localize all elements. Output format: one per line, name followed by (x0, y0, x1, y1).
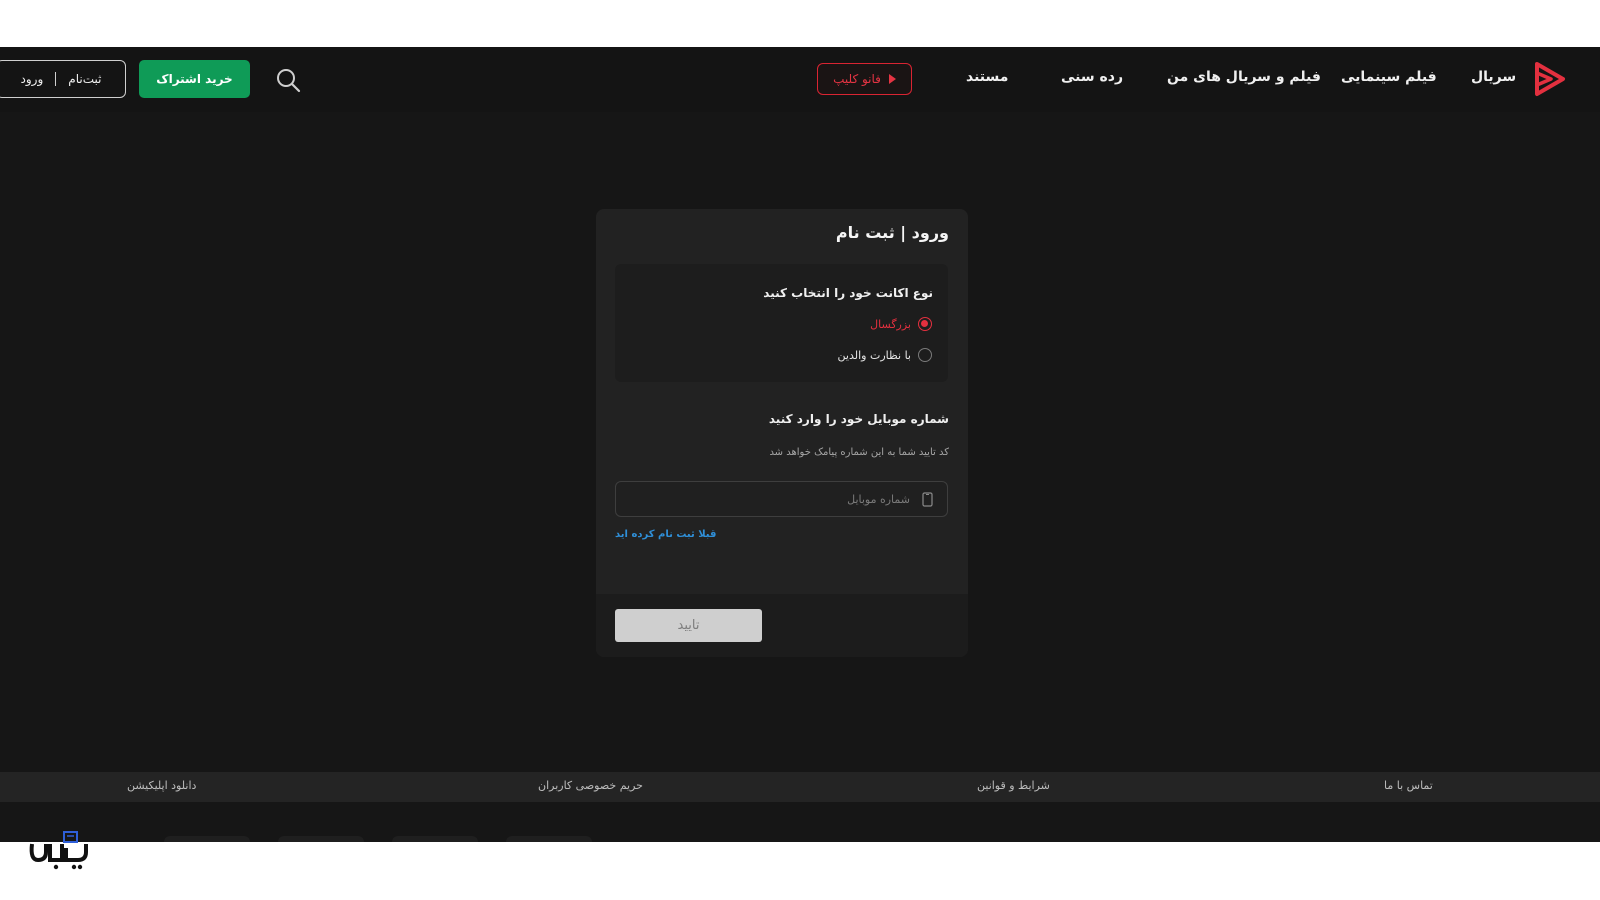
mobile-hint: کد تایید شما به این شماره پیامک خواهد شد (769, 447, 949, 458)
radio-adult[interactable]: بزرگسال (870, 317, 932, 331)
mobile-field[interactable] (615, 481, 948, 517)
footer-terms-link[interactable]: شرایط و قوانین (977, 779, 1050, 792)
app-window: سریال فیلم سینمایی فیلم و سریال های من ر… (0, 47, 1600, 842)
watermark-logo (29, 831, 88, 870)
nav-documentary[interactable]: مستند (966, 69, 1008, 85)
top-navbar: سریال فیلم سینمایی فیلم و سریال های من ر… (0, 47, 1600, 112)
search-icon[interactable] (275, 67, 301, 93)
app-store-badge[interactable] (392, 836, 478, 842)
confirm-button[interactable]: تایید (615, 609, 762, 642)
app-store-badge[interactable] (164, 836, 250, 842)
login-card: ورود | ثبت نام نوع اکانت خود را انتخاب ک… (596, 209, 968, 657)
mobile-label: شماره موبایل خود را وارد کنید (768, 412, 949, 426)
card-footer: تایید (596, 594, 968, 657)
clip-button[interactable]: فانو کلیپ (817, 63, 912, 95)
login-link[interactable]: ورود (21, 72, 44, 86)
radio-parental[interactable]: با نظارت والدین (838, 348, 932, 362)
footer-links-bar: تماس با ما شرایط و قوانین حریم خصوصی کار… (0, 772, 1600, 802)
nav-series[interactable]: سریال (1471, 69, 1516, 85)
mobile-input[interactable] (658, 491, 912, 507)
already-registered-link[interactable]: قبلا ثبت نام کرده اید (615, 529, 716, 540)
radio-parental-label: با نظارت والدین (837, 348, 911, 362)
radio-unchecked-icon[interactable] (918, 348, 932, 362)
radio-adult-label: بزرگسال (870, 317, 911, 331)
nav-age-rating[interactable]: رده سنی (1061, 69, 1123, 85)
auth-button[interactable]: ثبت‌نام ورود (0, 60, 126, 98)
footer-download-link[interactable]: دانلود اپلیکیشن (127, 779, 196, 792)
app-store-badge[interactable] (506, 836, 592, 842)
phone-icon (922, 491, 933, 507)
app-store-badge[interactable] (278, 836, 364, 842)
signup-link[interactable]: ثبت‌نام (68, 72, 101, 86)
account-type-box: نوع اکانت خود را انتخاب کنید بزرگسال با … (615, 264, 948, 382)
divider (55, 72, 57, 86)
logo-icon[interactable] (1533, 61, 1567, 97)
nav-movies[interactable]: فیلم سینمایی (1341, 69, 1437, 85)
footer-privacy-link[interactable]: حریم خصوصی کاربران (538, 779, 643, 792)
play-icon (888, 74, 896, 84)
footer-lower (0, 802, 1600, 842)
radio-checked-icon[interactable] (918, 317, 932, 331)
nav-my-list[interactable]: فیلم و سریال های من (1167, 69, 1321, 85)
footer-contact-link[interactable]: تماس با ما (1384, 779, 1433, 792)
clip-label: فانو کلیپ (833, 72, 881, 86)
card-title: ورود | ثبت نام (835, 223, 949, 242)
buy-subscription-button[interactable]: خرید اشتراک (139, 60, 250, 98)
account-type-label: نوع اکانت خود را انتخاب کنید (763, 286, 933, 300)
